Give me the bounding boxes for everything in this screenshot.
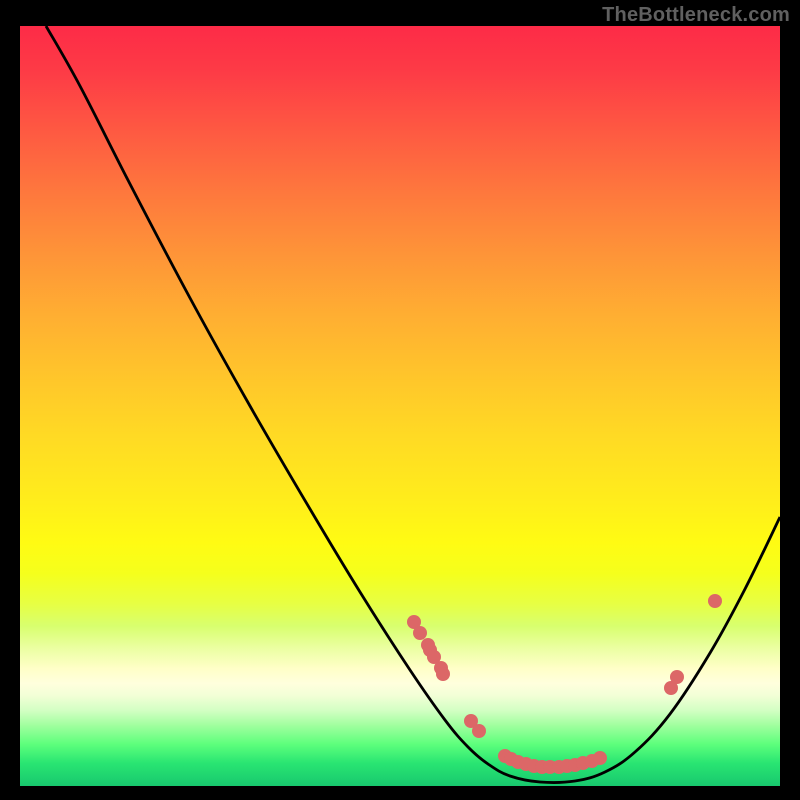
curve-marker [670,670,684,684]
chart-container: TheBottleneck.com [0,0,800,800]
curve-marker [708,594,722,608]
plot-area [20,26,780,786]
curve-marker [472,724,486,738]
curve-markers [407,594,722,774]
watermark-label: TheBottleneck.com [602,4,790,27]
curve-marker [593,751,607,765]
curve-layer [20,26,780,786]
bottleneck-curve [46,26,780,783]
curve-marker [436,667,450,681]
curve-marker [413,626,427,640]
